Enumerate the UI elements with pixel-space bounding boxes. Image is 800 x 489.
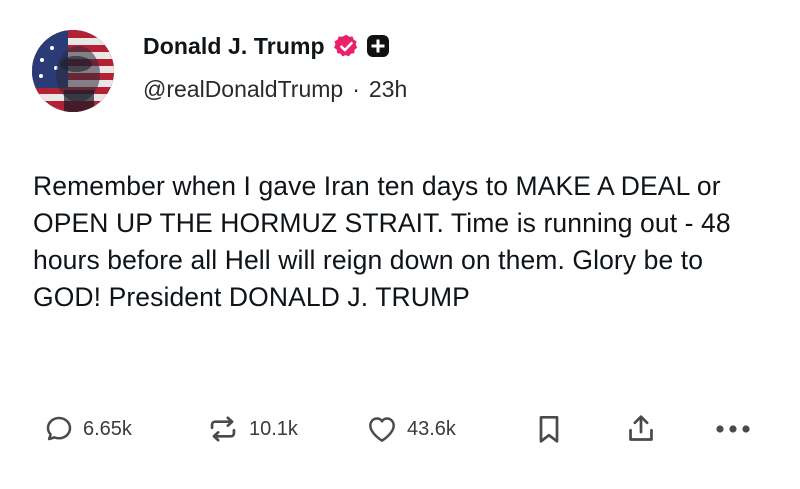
reply-bubble-icon [46, 416, 72, 441]
avatar-image [32, 30, 114, 112]
post-card: Donald J. Trump @realDonaldTrump · 23h R… [0, 0, 800, 489]
bookmark-icon [539, 415, 559, 443]
more-dots-icon [716, 425, 750, 433]
handle-row: @realDonaldTrump · 23h [143, 76, 407, 103]
display-name[interactable]: Donald J. Trump [143, 33, 325, 60]
reply-count: 6.65k [83, 417, 132, 440]
repost-icon [210, 416, 236, 442]
verified-badge-icon [333, 33, 360, 60]
repost-button[interactable]: 10.1k [206, 403, 298, 455]
share-button[interactable] [626, 403, 656, 455]
name-row: Donald J. Trump [143, 28, 407, 64]
repost-count: 10.1k [249, 417, 298, 440]
bookmark-button[interactable] [536, 403, 562, 455]
reply-button[interactable]: 6.65k [44, 403, 132, 455]
action-bar: 6.65k 10.1k 43.6k [0, 403, 800, 455]
plus-badge-icon [366, 34, 390, 58]
more-options-button[interactable] [715, 403, 751, 455]
like-count: 43.6k [407, 417, 456, 440]
heart-icon [369, 417, 395, 442]
avatar[interactable] [32, 30, 114, 112]
timestamp[interactable]: 23h [369, 76, 407, 103]
handle[interactable]: @realDonaldTrump [143, 76, 343, 103]
like-button[interactable]: 43.6k [366, 403, 456, 455]
share-icon [629, 415, 653, 441]
post-body-text: Remember when I gave Iran ten days to MA… [33, 171, 731, 312]
separator-dot: · [352, 76, 360, 102]
post-header: Donald J. Trump @realDonaldTrump · 23h [143, 28, 407, 103]
